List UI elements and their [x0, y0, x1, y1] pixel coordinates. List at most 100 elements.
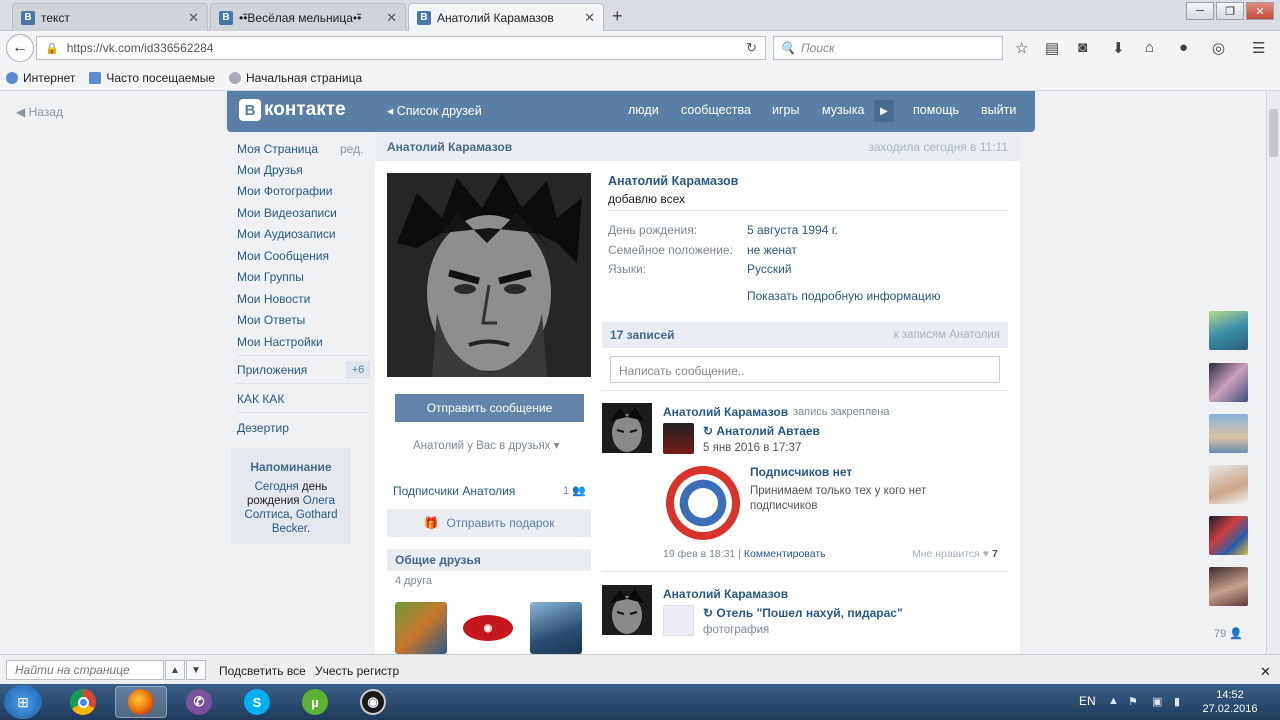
post-title[interactable]: Подписчиков нет — [750, 465, 852, 479]
chat-icon[interactable]: ● — [1179, 39, 1188, 56]
in-friends-dropdown[interactable]: Анатолий у Вас в друзьях ▾ — [413, 438, 559, 452]
nav-music[interactable]: музыка — [822, 103, 864, 117]
reload-icon[interactable]: ↻ — [746, 40, 757, 56]
mutual-friend-avatar[interactable]: ◉ — [462, 602, 514, 654]
addon-icon[interactable]: ◎ — [1212, 39, 1225, 57]
menu-settings[interactable]: Мои Настройки — [237, 335, 323, 349]
repost-title[interactable]: ↻ Отель "Пошел нахуй, пидарас" — [703, 606, 903, 620]
repost-group-avatar[interactable] — [663, 605, 694, 636]
edit-link[interactable]: ред. — [340, 142, 363, 156]
back-link[interactable]: ◀ Назад — [16, 105, 63, 119]
post-author[interactable]: Анатолий Карамазов — [663, 587, 788, 601]
menu-icon[interactable]: ☰ — [1252, 39, 1265, 57]
tab-profile[interactable]: B Анатолий Карамазов ✕ — [408, 3, 604, 31]
home-icon[interactable]: ⌂ — [1145, 39, 1154, 56]
menu-photos[interactable]: Мои Фотографии — [237, 184, 332, 198]
menu-groups[interactable]: Мои Группы — [237, 270, 304, 284]
wall-post-input[interactable]: Написать сообщение.. — [610, 356, 1000, 383]
field-value-birthday[interactable]: 5 августа 1994 г. — [747, 223, 838, 237]
comment-link[interactable]: Комментировать — [744, 548, 826, 560]
play-icon[interactable]: ▶ — [874, 100, 894, 122]
tab-mill[interactable]: B •̃•Весёлая мельница•̃• ✕ — [210, 3, 406, 31]
repost-author-avatar[interactable] — [663, 423, 694, 454]
taskbar-utorrent[interactable]: µ — [289, 686, 341, 718]
minimize-button[interactable]: ─ — [1186, 2, 1214, 20]
taskbar-firefox[interactable] — [115, 686, 167, 718]
menu-audio[interactable]: Мои Аудиозаписи — [237, 227, 336, 241]
menu-news[interactable]: Мои Новости — [237, 292, 310, 306]
close-icon[interactable]: ✕ — [386, 10, 397, 26]
menu-my-page[interactable]: Моя Страница — [237, 142, 318, 156]
pocket-icon[interactable]: ◙ — [1078, 39, 1087, 56]
url-bar[interactable]: 🔒 https://vk.com/id336562284 ↻ — [36, 36, 766, 60]
send-message-button[interactable]: Отправить сообщение — [395, 394, 584, 422]
maximize-button[interactable]: ❐ — [1216, 2, 1244, 20]
repost-author[interactable]: ↻ Анатолий Автаев — [703, 424, 820, 438]
taskbar-obs[interactable]: ◉ — [347, 686, 399, 718]
repost-date[interactable]: 5 янв 2016 в 17:37 — [703, 442, 801, 454]
field-value-languages[interactable]: Русский — [747, 262, 792, 276]
friend-thumbnail[interactable] — [1209, 516, 1248, 555]
tray-device-icon[interactable]: ▣ — [1152, 695, 1162, 708]
nav-help[interactable]: помощь — [913, 103, 959, 117]
show-more-info-link[interactable]: Показать подробную информацию — [747, 289, 941, 303]
vk-logo[interactable]: В контакте — [239, 99, 346, 121]
friend-thumbnail[interactable] — [1209, 311, 1248, 350]
friend-thumbnail[interactable] — [1209, 363, 1248, 402]
wall-count[interactable]: 17 записей — [610, 328, 675, 342]
mutual-friends-header[interactable]: Общие друзья — [387, 549, 591, 571]
find-next-button[interactable]: ▼ — [186, 660, 206, 680]
profile-avatar[interactable] — [387, 173, 591, 377]
tray-expand-icon[interactable]: ▲ — [1108, 695, 1119, 707]
friends-count[interactable]: 79 👤 — [1214, 627, 1243, 640]
nav-people[interactable]: люди — [628, 103, 659, 117]
download-icon[interactable]: ⬇ — [1112, 39, 1125, 57]
menu-app-deserter[interactable]: Дезертир — [237, 421, 289, 435]
close-find-icon[interactable]: ✕ — [1260, 664, 1271, 680]
highlight-all-button[interactable]: Подсветить все — [219, 664, 306, 678]
post-date[interactable]: 19 фев в 18:31 — [663, 548, 735, 560]
scrollbar-thumb[interactable] — [1269, 109, 1278, 157]
bookmarks-list-icon[interactable]: ▤ — [1045, 39, 1059, 57]
menu-apps[interactable]: Приложения — [237, 363, 307, 377]
back-button[interactable]: ← — [6, 34, 34, 62]
like-button[interactable]: Мне нравится ♥ 7 — [912, 548, 998, 560]
bookmark-item[interactable]: Интернет — [6, 71, 75, 85]
tray-flag-icon[interactable]: ⚑ — [1128, 695, 1138, 708]
taskbar-viber[interactable]: ✆ — [173, 686, 225, 718]
nav-games[interactable]: игры — [772, 103, 799, 117]
bookmark-item[interactable]: Начальная страница — [229, 71, 362, 85]
friends-list-link[interactable]: ◂ Список друзей — [387, 103, 482, 118]
no-subscribers-stamp[interactable]: НЕТ — [666, 466, 740, 540]
friend-thumbnail[interactable] — [1209, 414, 1248, 453]
nav-communities[interactable]: сообщества — [681, 103, 751, 117]
taskbar-chrome[interactable] — [57, 686, 109, 718]
menu-answers[interactable]: Мои Ответы — [237, 313, 305, 327]
close-icon[interactable]: ✕ — [188, 10, 199, 26]
find-input[interactable]: Найти на странице — [6, 660, 164, 680]
nav-logout[interactable]: выйти — [981, 103, 1016, 117]
post-author-avatar[interactable] — [602, 403, 652, 453]
language-indicator[interactable]: EN — [1079, 694, 1096, 708]
menu-videos[interactable]: Мои Видеозаписи — [237, 206, 337, 220]
friend-thumbnail[interactable] — [1209, 465, 1248, 504]
friend-thumbnail[interactable] — [1209, 567, 1248, 606]
close-icon[interactable]: ✕ — [584, 10, 595, 26]
apps-badge[interactable]: +6 — [346, 361, 370, 379]
find-prev-button[interactable]: ▲ — [165, 660, 185, 680]
menu-app-kak[interactable]: КАК КАК — [237, 392, 284, 406]
menu-friends[interactable]: Мои Друзья — [237, 163, 303, 177]
start-button[interactable]: ⊞ — [4, 685, 42, 719]
post-author-avatar[interactable] — [602, 585, 652, 635]
new-tab-button[interactable]: + — [612, 6, 623, 27]
match-case-button[interactable]: Учесть регистр — [315, 664, 399, 678]
send-gift-button[interactable]: 🎁 Отправить подарок — [387, 509, 591, 537]
field-value-relationship[interactable]: не женат — [747, 243, 797, 257]
to-posts-link[interactable]: к записям Анатолия — [894, 329, 1000, 341]
close-window-button[interactable]: ✕ — [1246, 2, 1274, 20]
profile-status[interactable]: добавлю всех — [608, 192, 685, 206]
vertical-scrollbar[interactable] — [1266, 91, 1280, 654]
bookmark-item[interactable]: Часто посещаемые — [89, 71, 215, 85]
tab-text[interactable]: B текст ✕ — [12, 3, 208, 31]
mutual-friend-avatar[interactable] — [530, 602, 582, 654]
